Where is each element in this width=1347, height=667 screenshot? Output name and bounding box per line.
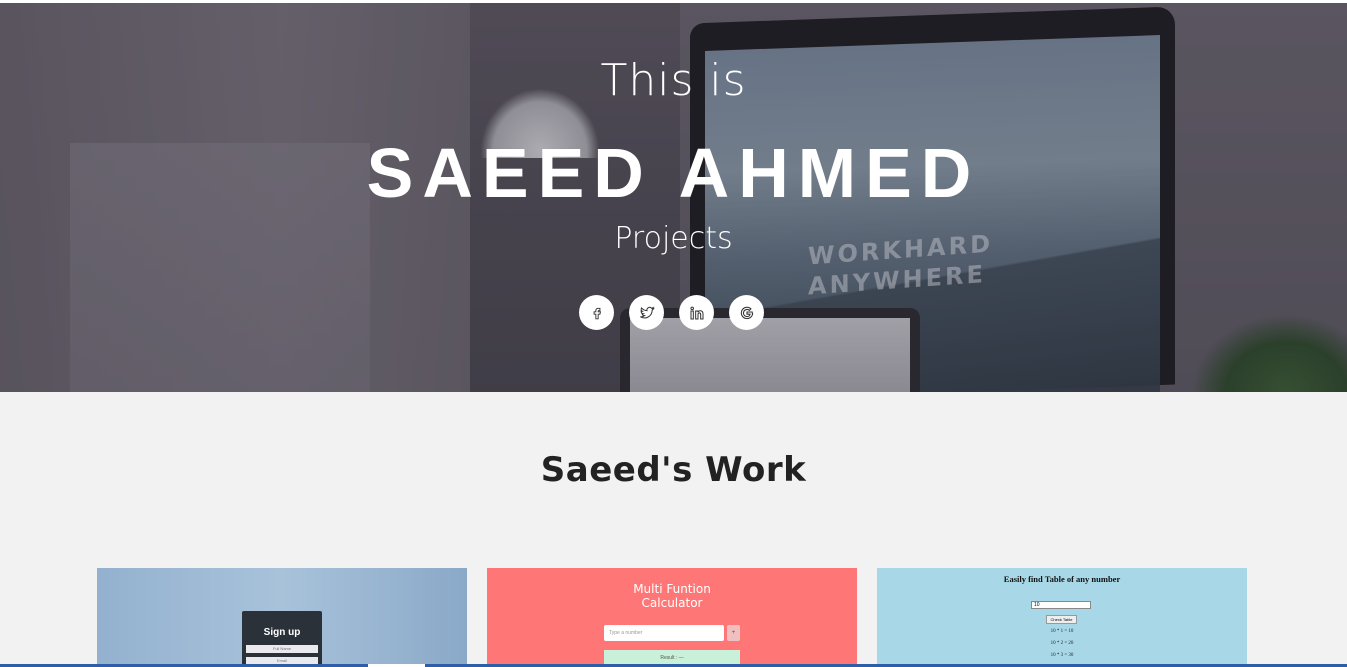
table-title: Easily find Table of any number <box>1003 574 1121 584</box>
calculator-title: Multi Funtion Calculator <box>487 582 857 610</box>
calculator-input: Type a number <box>604 625 724 641</box>
calculator-title-line2: Calculator <box>641 596 703 610</box>
linkedin-icon[interactable] <box>679 295 714 330</box>
google-icon[interactable] <box>729 295 764 330</box>
table-line: 10 * 1 = 10 <box>1050 629 1074 634</box>
hero-intro: This is <box>600 55 747 106</box>
work-section-title: Saeed's Work <box>540 450 807 490</box>
hero-content: This is SAEED AHMED Projects <box>0 3 1347 392</box>
signup-field-name: Full Name <box>246 645 318 653</box>
hero-subtitle: Projects <box>614 221 733 256</box>
project-card-signup[interactable]: Sign up Full Name Email <box>97 568 467 667</box>
facebook-icon[interactable] <box>579 295 614 330</box>
table-line: 10 * 3 = 30 <box>1050 653 1074 658</box>
table-line: 10 * 2 = 20 <box>1050 641 1074 646</box>
table-check-button: Check Table <box>1046 615 1077 624</box>
twitter-icon[interactable] <box>629 295 664 330</box>
hero-name: SAEED AHMED <box>366 134 981 212</box>
signup-title: Sign up <box>263 627 301 638</box>
calculator-title-line1: Multi Funtion <box>633 582 711 596</box>
social-links <box>579 295 764 330</box>
signup-preview: Sign up Full Name Email <box>242 611 322 667</box>
project-card-table[interactable]: Easily find Table of any number 10 Check… <box>877 568 1247 667</box>
table-input: 10 <box>1031 601 1091 609</box>
project-card-calculator[interactable]: Multi Funtion Calculator Type a number +… <box>487 568 857 667</box>
hero-section: WORKHARD ANYWHERE This is SAEED AHMED Pro… <box>0 3 1347 392</box>
calculator-button: + <box>727 625 740 641</box>
